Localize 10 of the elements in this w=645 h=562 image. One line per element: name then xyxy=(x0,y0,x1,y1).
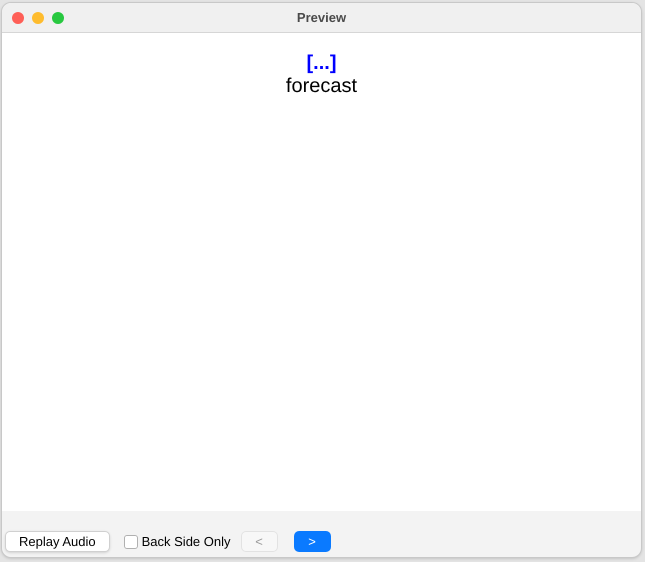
window-title: Preview xyxy=(296,8,346,27)
cloze-marker: [...] xyxy=(306,51,336,75)
close-button[interactable] xyxy=(12,12,24,24)
checkbox-label: Back Side Only xyxy=(142,532,230,551)
minimize-button[interactable] xyxy=(32,12,44,24)
replay-audio-button[interactable]: Replay Audio xyxy=(5,531,110,552)
zoom-button[interactable] xyxy=(52,12,64,24)
card-text: forecast xyxy=(286,75,358,97)
next-button[interactable]: > xyxy=(294,531,330,552)
checkbox[interactable] xyxy=(124,534,138,548)
